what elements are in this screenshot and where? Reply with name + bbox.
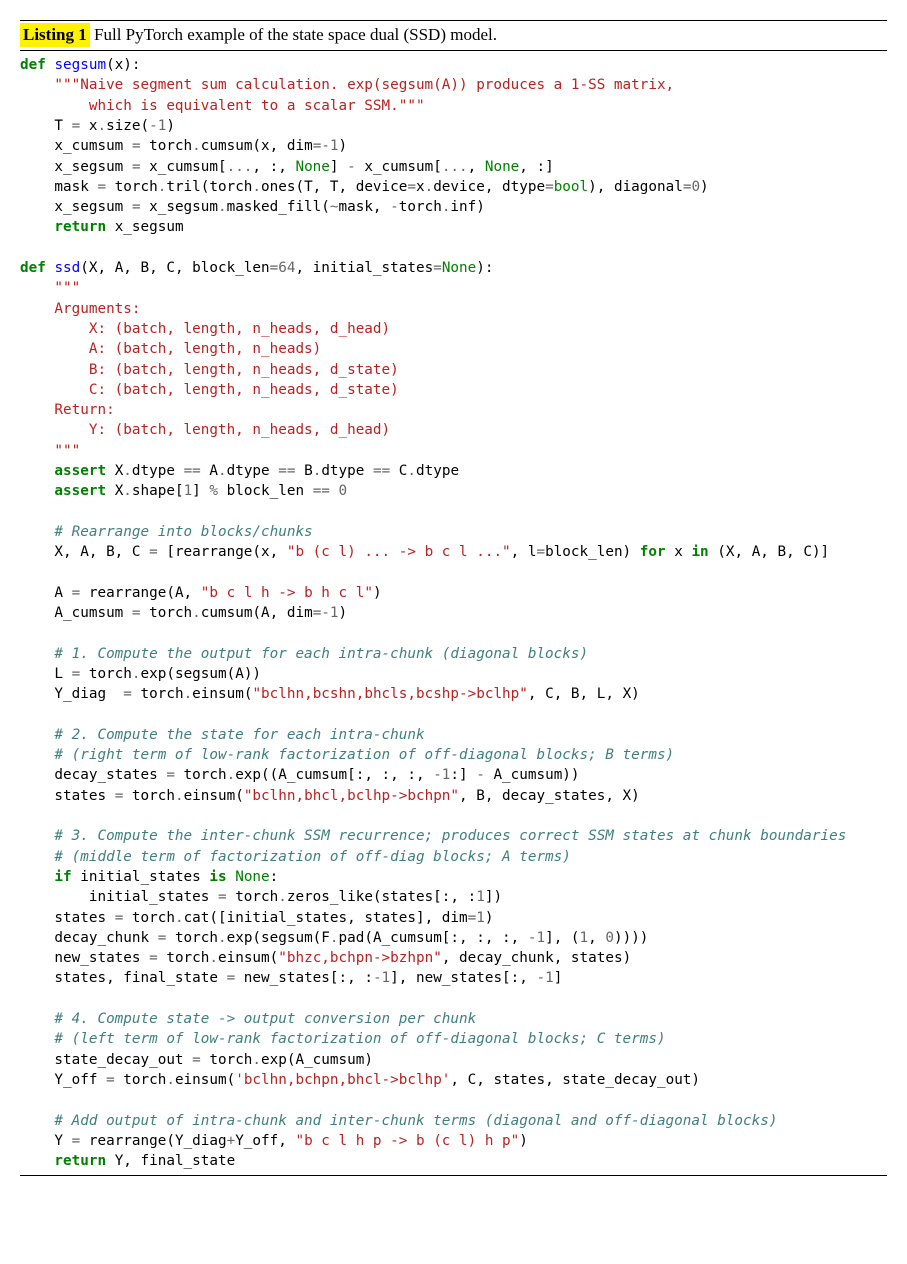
listing-label: Listing 1 bbox=[20, 23, 90, 47]
listing-caption: Full PyTorch example of the state space … bbox=[90, 25, 497, 44]
source-code: def segsum(x): """Naive segment sum calc… bbox=[20, 55, 887, 1171]
listing-header: Listing 1 Full PyTorch example of the st… bbox=[20, 20, 887, 51]
code-block: def segsum(x): """Naive segment sum calc… bbox=[20, 51, 887, 1176]
code-listing: Listing 1 Full PyTorch example of the st… bbox=[20, 20, 887, 1176]
